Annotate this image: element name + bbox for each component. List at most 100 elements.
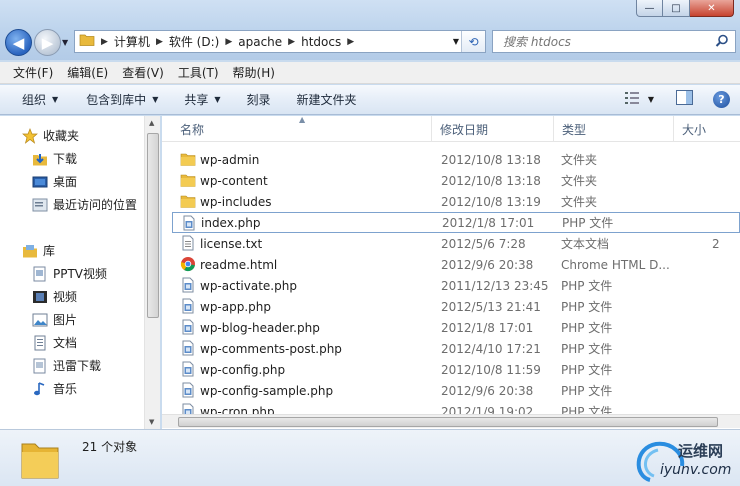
file-type: 文本文档 (561, 237, 610, 251)
horizontal-scrollbar[interactable] (162, 414, 740, 428)
breadcrumb-separator-icon[interactable]: ▶ (101, 37, 108, 47)
column-header-size[interactable]: 大小 (674, 116, 740, 142)
include-in-library-button[interactable]: 包含到库中 ▼ (78, 91, 166, 108)
breadcrumb-htdocs[interactable]: htdocs (301, 35, 341, 49)
nav-item-desktop[interactable]: 桌面 (32, 173, 77, 190)
nav-item-label: 视频 (53, 290, 78, 304)
organize-button[interactable]: 组织 ▼ (14, 91, 66, 108)
share-button[interactable]: 共享 ▼ (176, 91, 228, 108)
php-file-icon (180, 298, 196, 314)
help-icon[interactable]: ? (713, 90, 730, 108)
file-row[interactable]: index.php 2012/1/8 17:01 PHP 文件 (172, 212, 740, 233)
file-name: readme.html (200, 257, 278, 272)
scroll-down-icon[interactable]: ▼ (149, 418, 154, 426)
chrome-icon (180, 256, 196, 272)
file-type: 文件夹 (561, 174, 598, 188)
file-row[interactable]: wp-blog-header.php 2012/1/8 17:01 PHP 文件 (172, 317, 740, 338)
burn-button[interactable]: 刻录 (239, 91, 279, 108)
nav-item-downloads[interactable]: 下载 (32, 150, 77, 167)
menu-file[interactable]: 文件(F) (6, 64, 60, 81)
file-row[interactable]: readme.html 2012/9/6 20:38 Chrome HTML D..… (172, 254, 740, 275)
file-row[interactable]: wp-comments-post.php 2012/4/10 17:21 PHP 文… (172, 338, 740, 359)
search-input[interactable] (503, 34, 703, 49)
new-folder-button[interactable]: 新建文件夹 (289, 91, 365, 108)
nav-item-pptv[interactable]: PPTV视频 (32, 265, 107, 282)
breadcrumb-apache[interactable]: apache (238, 35, 282, 49)
file-row[interactable]: wp-app.php 2012/5/13 21:41 PHP 文件 (172, 296, 740, 317)
menu-edit[interactable]: 编辑(E) (60, 64, 115, 81)
desktop-icon (32, 174, 48, 190)
nav-item-videos[interactable]: 视频 (32, 288, 77, 305)
search-box[interactable] (492, 30, 736, 53)
back-button[interactable]: ◀ (5, 29, 32, 56)
column-header-type[interactable]: 类型 (554, 116, 674, 142)
file-row[interactable]: wp-config-sample.php 2012/9/6 20:38 PHP 文件 (172, 380, 740, 401)
search-icon[interactable] (715, 34, 729, 51)
back-arrow-icon: ◀ (12, 33, 25, 52)
history-dropdown-icon[interactable]: ▼ (62, 38, 68, 47)
php-file-icon (180, 340, 196, 356)
file-row[interactable]: wp-includes 2012/10/8 13:19 文件夹 (172, 191, 740, 212)
menu-help[interactable]: 帮助(H) (226, 64, 282, 81)
folder-icon (79, 32, 95, 51)
item-count: 21 个对象 (82, 440, 138, 454)
file-date: 2012/1/8 17:01 (441, 320, 534, 335)
nav-libraries[interactable]: 库 (22, 242, 55, 259)
nav-item-thunder[interactable]: 迅雷下载 (32, 357, 101, 374)
address-bar[interactable]: ▶ 计算机 ▶ 软件 (D:) ▶ apache ▶ htdocs ▶ ▼ ⟲ (74, 30, 486, 53)
folder-large-icon (20, 436, 60, 483)
menu-tools[interactable]: 工具(T) (171, 64, 226, 81)
column-header-name[interactable]: 名称 (172, 116, 432, 142)
nav-scrollbar[interactable]: ▲ ▼ (144, 116, 160, 429)
scroll-up-icon[interactable]: ▲ (149, 119, 154, 127)
dropdown-arrow-icon: ▼ (214, 95, 221, 104)
breadcrumb-separator-icon[interactable]: ▶ (347, 37, 354, 47)
command-bar: 组织 ▼ 包含到库中 ▼ 共享 ▼ 刻录 新建文件夹 ▼ ? (0, 85, 740, 115)
preview-pane-icon[interactable] (676, 90, 693, 108)
file-type: PHP 文件 (561, 342, 613, 356)
nav-favorites[interactable]: 收藏夹 (22, 127, 79, 144)
nav-item-documents[interactable]: 文档 (32, 334, 77, 351)
nav-item-pictures[interactable]: 图片 (32, 311, 77, 328)
file-date: 2012/9/6 20:38 (441, 257, 534, 272)
breadcrumb-separator-icon[interactable]: ▶ (156, 37, 163, 47)
window-controls: — □ ✕ (636, 0, 734, 17)
file-name: license.txt (200, 236, 263, 251)
view-dropdown-icon[interactable]: ▼ (648, 95, 654, 104)
close-button[interactable]: ✕ (690, 0, 734, 17)
breadcrumb-drive[interactable]: 软件 (D:) (169, 33, 219, 50)
address-dropdown-icon[interactable]: ▼ (453, 37, 459, 46)
breadcrumb-separator-icon[interactable]: ▶ (288, 37, 295, 47)
column-header-row: ▲ 名称 修改日期 类型 大小 (162, 116, 740, 142)
file-name: wp-activate.php (200, 278, 297, 293)
recent-places-icon (32, 197, 48, 213)
file-name: wp-includes (200, 194, 272, 209)
column-header-date[interactable]: 修改日期 (432, 116, 554, 142)
file-row[interactable]: wp-activate.php 2011/12/13 23:45 PHP 文件 (172, 275, 740, 296)
file-type: PHP 文件 (561, 321, 613, 335)
forward-button[interactable]: ▶ (34, 29, 61, 56)
minimize-button[interactable]: — (636, 0, 663, 17)
navigation-pane: 收藏夹 下载 桌面 最近访问的位置 库 PPTV视频 视频 图片 文档 迅雷下载… (0, 116, 160, 429)
file-row[interactable]: wp-admin 2012/10/8 13:18 文件夹 (172, 149, 740, 170)
file-type: PHP 文件 (561, 363, 613, 377)
refresh-button[interactable]: ⟲ (461, 31, 485, 52)
horizontal-scrollbar-thumb[interactable] (178, 417, 718, 427)
breadcrumb-separator-icon[interactable]: ▶ (225, 37, 232, 47)
nav-scrollbar-thumb[interactable] (147, 133, 159, 318)
file-row[interactable]: wp-config.php 2012/10/8 11:59 PHP 文件 (172, 359, 740, 380)
file-row[interactable]: license.txt 2012/5/6 7:28 文本文档 2 (172, 233, 740, 254)
maximize-button[interactable]: □ (663, 0, 690, 17)
file-row[interactable]: wp-content 2012/10/8 13:18 文件夹 (172, 170, 740, 191)
dropdown-arrow-icon: ▼ (152, 95, 159, 104)
nav-item-music[interactable]: 音乐 (32, 380, 77, 397)
menu-view[interactable]: 查看(V) (115, 64, 171, 81)
file-date: 2012/1/8 17:01 (442, 215, 535, 230)
breadcrumb-computer[interactable]: 计算机 (114, 33, 150, 50)
forward-arrow-icon: ▶ (41, 33, 54, 52)
file-date: 2012/10/8 13:18 (441, 152, 541, 167)
view-options-icon[interactable] (624, 91, 640, 108)
nav-item-recent[interactable]: 最近访问的位置 (32, 196, 137, 213)
download-folder-icon (32, 151, 48, 167)
file-type: PHP 文件 (561, 279, 613, 293)
